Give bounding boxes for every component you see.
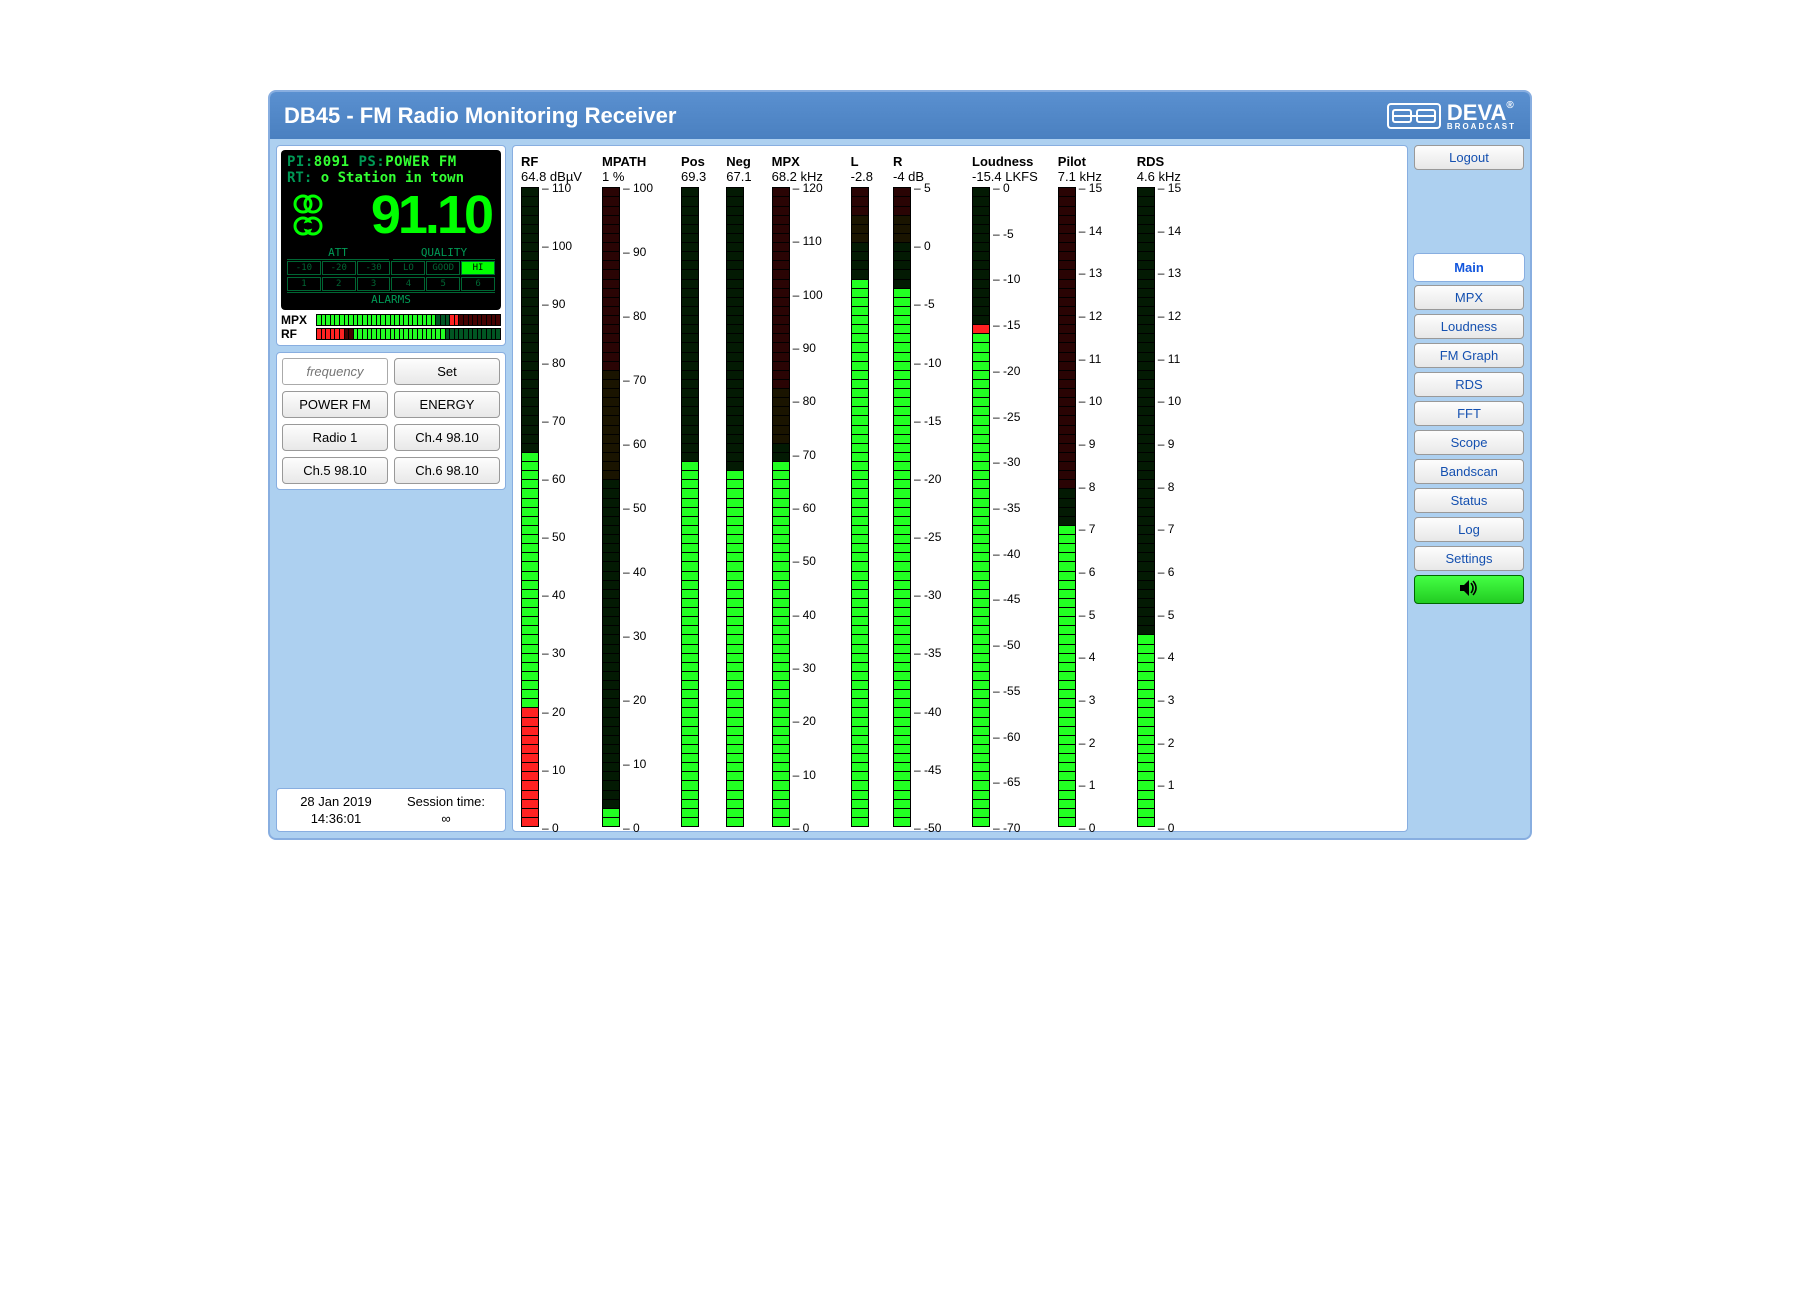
mini-meter-rf: RF (281, 327, 501, 341)
lcd-quality-label: QUALITY (393, 246, 495, 260)
lcd-block: PI:8091 PS:POWER FM RT: o Station in tow… (276, 145, 506, 346)
lcd-frequency: 91.10 (287, 186, 495, 246)
meter-mpx: MPX68.2 kHz0102030405060708090100110120 (772, 154, 831, 827)
status-session: ∞ (392, 811, 500, 826)
preset-button[interactable]: POWER FM (282, 391, 388, 418)
status-date: 28 Jan 2019 (282, 794, 390, 809)
meter-pos: Pos69.3 (681, 154, 706, 827)
preset-button[interactable]: Radio 1 (282, 424, 388, 451)
status-session-label: Session time: (392, 794, 500, 809)
preset-panel: Set POWER FM ENERGY Radio 1 Ch.4 98.10 C… (276, 352, 506, 490)
status-panel: 28 Jan 2019 Session time: 14:36:01 ∞ (276, 788, 506, 832)
nav-bandscan[interactable]: Bandscan (1414, 459, 1524, 484)
preset-button[interactable]: ENERGY (394, 391, 500, 418)
meter-rf: RF64.8 dBµV0102030405060708090100110 (521, 154, 582, 827)
meter-mpath: MPATH1 %0102030405060708090100 (602, 154, 661, 827)
sound-button[interactable] (1414, 575, 1524, 604)
meter-neg: Neg67.1 (726, 154, 751, 827)
lcd-att-quality-cells: -10-20-30LOGOODHI (287, 260, 495, 276)
meter-pilot: Pilot7.1 kHz0123456789101112131415 (1058, 154, 1117, 827)
meters-panel: RF64.8 dBµV0102030405060708090100110 MPAT… (512, 145, 1408, 832)
nav-settings[interactable]: Settings (1414, 546, 1524, 571)
frequency-input[interactable] (282, 358, 388, 385)
lcd-pi-ps: PI:8091 PS:POWER FM (287, 154, 495, 170)
lcd-alarm-cells: 123456 (287, 276, 495, 292)
title-bar: DB45 - FM Radio Monitoring Receiver DEVA… (270, 92, 1530, 139)
set-button[interactable]: Set (394, 358, 500, 385)
right-panel: Logout Main MPX Loudness FM Graph RDS FFT Scop… (1414, 145, 1524, 832)
preset-button[interactable]: Ch.4 98.10 (394, 424, 500, 451)
meter-r: R-4 dB-50-45-40-35-30-25-20-15-10-505 (893, 154, 952, 827)
lcd-att-label: ATT (287, 246, 389, 260)
meter-l: L-2.8 (851, 154, 873, 827)
app-frame: DB45 - FM Radio Monitoring Receiver DEVA… (268, 90, 1532, 840)
mini-meter-mpx: MPX (281, 313, 501, 327)
nav-scope[interactable]: Scope (1414, 430, 1524, 455)
nav-status[interactable]: Status (1414, 488, 1524, 513)
page-title: DB45 - FM Radio Monitoring Receiver (284, 103, 676, 129)
lcd-rt: RT: o Station in town (287, 170, 495, 186)
nav-loudness[interactable]: Loudness (1414, 314, 1524, 339)
nav-rds[interactable]: RDS (1414, 372, 1524, 397)
brand-subtext: BROADCAST (1447, 122, 1516, 131)
logo-icon (1387, 103, 1441, 129)
preset-button[interactable]: Ch.6 98.10 (394, 457, 500, 484)
brand-logo: DEVA® BROADCAST (1387, 100, 1516, 131)
nav-log[interactable]: Log (1414, 517, 1524, 542)
preset-button[interactable]: Ch.5 98.10 (282, 457, 388, 484)
stereo-icon (291, 193, 325, 237)
nav-menu: Main MPX Loudness FM Graph RDS FFT Scope Bandsc… (1414, 254, 1524, 571)
nav-mpx[interactable]: MPX (1414, 285, 1524, 310)
left-panel: PI:8091 PS:POWER FM RT: o Station in tow… (276, 145, 506, 832)
nav-fft[interactable]: FFT (1414, 401, 1524, 426)
meter-loudness: Loudness-15.4 LKFS-70-65-60-55-50-45-40-… (972, 154, 1038, 827)
nav-fm-graph[interactable]: FM Graph (1414, 343, 1524, 368)
status-time: 14:36:01 (282, 811, 390, 826)
speaker-icon (1459, 584, 1479, 599)
nav-main[interactable]: Main (1414, 254, 1524, 281)
logout-button[interactable]: Logout (1414, 145, 1524, 170)
lcd-alarms-label: ALARMS (287, 292, 495, 306)
meter-rds: RDS4.6 kHz0123456789101112131415 (1137, 154, 1196, 827)
